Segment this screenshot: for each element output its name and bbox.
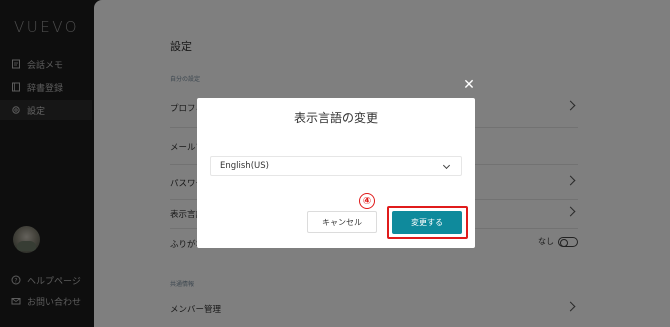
chevron-down-icon [442, 161, 451, 170]
language-modal: 表示言語の変更 English(US) キャンセル 変更する ④ [197, 98, 475, 248]
step-number-badge: ④ [359, 193, 375, 209]
change-button[interactable]: 変更する [392, 211, 462, 234]
modal-title: 表示言語の変更 [293, 111, 378, 125]
cancel-button[interactable]: キャンセル [307, 211, 377, 233]
close-icon[interactable]: ✕ [462, 78, 476, 92]
language-select[interactable]: English(US) [210, 156, 462, 176]
language-select-value: English(US) [220, 161, 269, 171]
